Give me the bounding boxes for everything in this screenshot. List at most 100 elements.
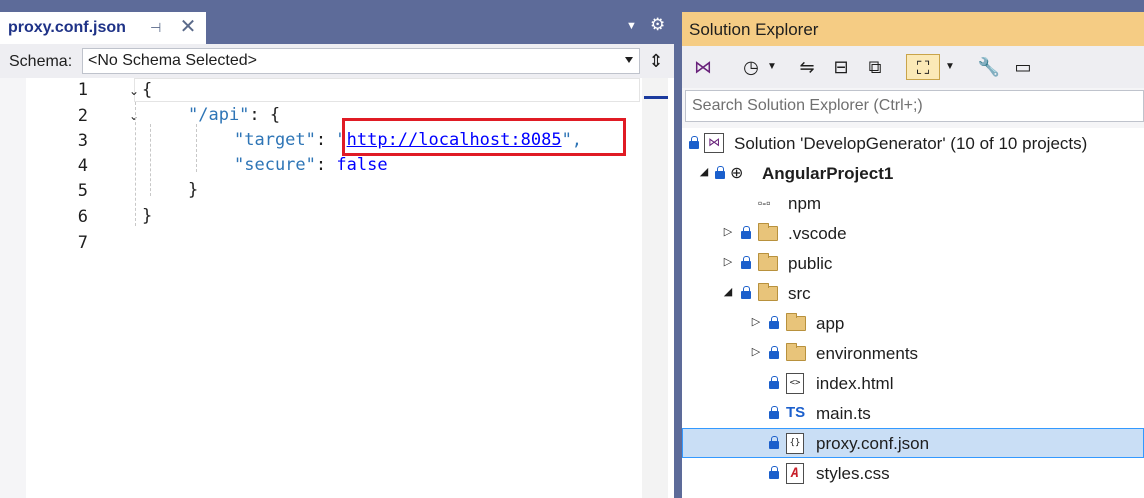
solution-tree: Solution 'DevelopGenerator' (10 of 10 pr… [682, 128, 1144, 498]
history-dropdown-icon[interactable]: ▼ [764, 54, 780, 80]
tab-list-dropdown-icon[interactable]: ▼ [626, 20, 638, 32]
tree-item-label: src [788, 284, 811, 303]
schema-bar: Schema: <No Schema Selected> ⇕ [0, 44, 674, 78]
split-editor-icon[interactable]: ⇕ [646, 49, 666, 73]
json-key-api: "/api" [188, 105, 250, 125]
preview-icon[interactable]: ▭ [1008, 54, 1038, 80]
tree-item-index-html[interactable]: <> index.html [682, 368, 1144, 398]
folder-icon [786, 343, 806, 361]
vertical-scrollbar[interactable] [642, 78, 668, 498]
schema-select[interactable]: <No Schema Selected> [82, 48, 640, 74]
typescript-file-icon: TS [786, 404, 806, 421]
lock-icon [768, 435, 780, 451]
solution-explorer-pane: Solution Explorer ⋈ ◷ ▼ ⇋ ⊟ ⧉ ⛶ ▼ 🔧 ▭ So… [682, 12, 1144, 498]
tree-item-src[interactable]: ◢ src [682, 278, 1144, 308]
collapse-chevron-icon[interactable]: ⌄ [127, 84, 141, 98]
tree-item-solution[interactable]: Solution 'DevelopGenerator' (10 of 10 pr… [682, 128, 1144, 158]
code-line-6: } [142, 206, 153, 226]
pane-splitter[interactable] [674, 0, 682, 498]
line-number: 4 [77, 156, 88, 176]
json-file-icon: {} [786, 433, 804, 454]
tree-item-label: index.html [816, 374, 894, 393]
line-number: 1 [77, 80, 88, 100]
expanded-arrow-icon[interactable]: ◢ [722, 284, 734, 300]
editor-margin [0, 78, 26, 498]
collapse-chevron-icon[interactable]: ⌄ [127, 109, 141, 123]
lock-icon [714, 165, 726, 181]
line-number: 2 [77, 106, 88, 126]
gear-icon[interactable]: ⚙ [650, 16, 668, 34]
solution-explorer-toolbar: ⋈ ◷ ▼ ⇋ ⊟ ⧉ ⛶ ▼ 🔧 ▭ [682, 46, 1144, 88]
search-input[interactable] [692, 96, 1132, 116]
collapse-all-icon[interactable]: ⊟ [828, 54, 854, 80]
line-number: 5 [77, 181, 88, 201]
lock-icon [740, 285, 752, 301]
close-icon[interactable]: ✕ [178, 17, 198, 37]
lock-icon [768, 345, 780, 361]
code-line-1: { [142, 80, 153, 100]
code-line-5: } [188, 180, 199, 200]
tree-item-npm[interactable]: ▫-▫ npm [682, 188, 1144, 218]
tree-item-label: npm [788, 194, 822, 213]
solution-explorer-titlebar: Solution Explorer [682, 12, 1144, 46]
schema-selected-value: <No Schema Selected> [88, 52, 257, 69]
json-key-secure: "secure" [234, 155, 316, 175]
show-dependencies-icon[interactable]: ⛶ [906, 54, 940, 80]
lock-icon [688, 135, 700, 151]
sync-icon[interactable]: ⇋ [794, 54, 820, 80]
tab-proxy-conf-json[interactable]: proxy.conf.json ⊣ ✕ [0, 12, 206, 44]
solution-search-box[interactable] [685, 90, 1144, 122]
lock-icon [740, 255, 752, 271]
scrollbar-caret-marker [644, 96, 668, 99]
lock-icon [768, 375, 780, 391]
switch-views-icon[interactable]: ⋈ [690, 54, 716, 80]
line-number: 6 [77, 207, 88, 227]
solution-explorer-title: Solution Explorer [689, 20, 819, 39]
line-number: 7 [77, 233, 88, 253]
code-line-2: "/api": { [188, 105, 280, 125]
tree-item-label: Solution 'DevelopGenerator' (10 of 10 pr… [734, 134, 1088, 153]
code-punct: : [315, 130, 337, 150]
show-all-files-icon[interactable]: ⧉ [862, 54, 888, 80]
web-project-icon: ⊕ [730, 165, 744, 182]
tree-item-label: proxy.conf.json [816, 434, 930, 453]
html-file-icon: <> [786, 373, 804, 394]
schema-label: Schema: [9, 53, 73, 70]
collapsed-arrow-icon[interactable]: ▷ [750, 344, 762, 360]
code-punct: : { [249, 105, 281, 125]
tree-item-label: public [788, 254, 833, 273]
document-tab-strip: proxy.conf.json ⊣ ✕ ▼ ⚙ [0, 0, 674, 44]
tree-item-proxy-conf-json[interactable]: {} proxy.conf.json [682, 428, 1144, 458]
properties-wrench-icon[interactable]: 🔧 [976, 54, 1002, 80]
view-dropdown-icon[interactable]: ▼ [942, 54, 958, 80]
collapsed-arrow-icon[interactable]: ▷ [722, 254, 734, 270]
tree-item-app[interactable]: ▷ app [682, 308, 1144, 338]
tree-item-public[interactable]: ▷ public [682, 248, 1144, 278]
expanded-arrow-icon[interactable]: ◢ [698, 164, 710, 180]
line-number: 3 [77, 131, 88, 151]
tree-item-label: styles.css [816, 464, 890, 483]
json-key-target: "target" [234, 130, 316, 150]
folder-icon [786, 313, 806, 331]
collapsed-arrow-icon[interactable]: ▷ [750, 314, 762, 330]
pin-icon[interactable]: ⊣ [150, 20, 164, 36]
folder-icon [758, 253, 778, 271]
code-editor[interactable]: 1 2 3 4 5 6 7 ⌄ ⌄ { "/api": { "target" : … [0, 78, 674, 498]
lock-icon [768, 465, 780, 481]
highlight-annotation-box [342, 118, 626, 156]
code-line-4: "secure": false [234, 155, 388, 175]
chevron-down-icon [625, 57, 633, 63]
tree-item-label: main.ts [816, 404, 871, 423]
tree-item-label: .vscode [788, 224, 847, 243]
tree-item-main-ts[interactable]: TS main.ts [682, 398, 1144, 428]
tree-item-environments[interactable]: ▷ environments [682, 338, 1144, 368]
tree-item-vscode[interactable]: ▷ .vscode [682, 218, 1144, 248]
editor-pane: proxy.conf.json ⊣ ✕ ▼ ⚙ Schema: <No Sche… [0, 0, 674, 498]
indent-guide [150, 124, 151, 196]
lock-icon [768, 315, 780, 331]
tree-item-angularproject1[interactable]: ◢ ⊕ AngularProject1 [682, 158, 1144, 188]
tree-item-styles-css[interactable]: A styles.css [682, 458, 1144, 488]
collapsed-arrow-icon[interactable]: ▷ [722, 224, 734, 240]
current-line-highlight [134, 78, 640, 102]
history-icon[interactable]: ◷ [738, 54, 764, 80]
